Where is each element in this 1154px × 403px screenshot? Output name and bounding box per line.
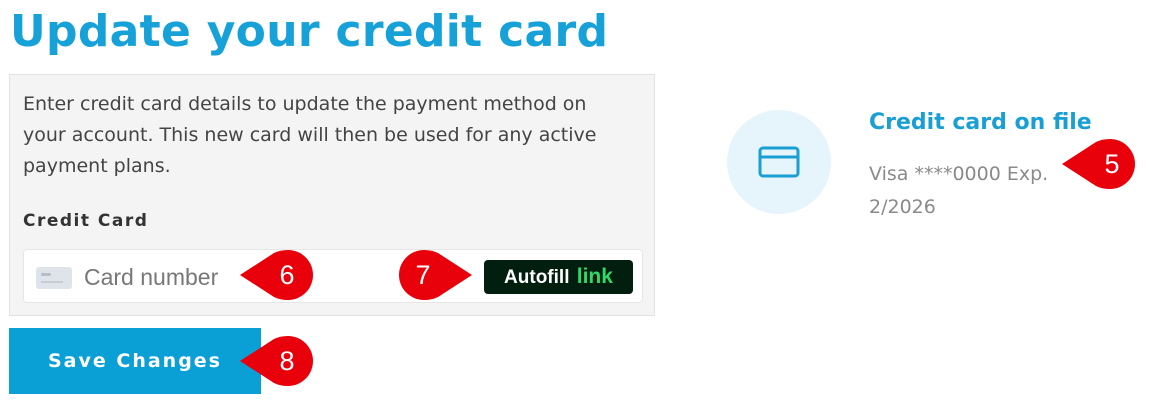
save-changes-button[interactable]: Save Changes bbox=[9, 328, 261, 394]
credit-card-label: Credit Card bbox=[23, 211, 149, 231]
card-on-file-title: Credit card on file bbox=[869, 110, 1092, 135]
callout-number: 6 bbox=[279, 260, 295, 290]
card-number-field[interactable]: Autofill link bbox=[23, 249, 643, 303]
callout-7: 7 bbox=[392, 249, 474, 301]
callout-number: 8 bbox=[279, 346, 295, 376]
intro-text: Enter credit card details to update the … bbox=[23, 93, 597, 177]
credit-card-form-panel: Enter credit card details to update the … bbox=[9, 74, 655, 316]
card-on-file-badge bbox=[727, 110, 831, 214]
card-on-file-detail: Visa ****0000 Exp. 2/2026 bbox=[869, 163, 1049, 218]
callout-number: 7 bbox=[415, 260, 431, 290]
callout-number: 5 bbox=[1104, 149, 1120, 179]
page-title: Update your credit card bbox=[10, 6, 609, 57]
callout-5: 5 bbox=[1060, 138, 1142, 190]
credit-card-icon bbox=[758, 146, 800, 178]
credit-card-icon bbox=[36, 267, 72, 289]
autofill-link-button[interactable]: Autofill link bbox=[484, 260, 633, 294]
link-logo: link bbox=[576, 265, 613, 288]
autofill-label: Autofill bbox=[504, 267, 570, 288]
callout-6: 6 bbox=[238, 249, 320, 301]
callout-8: 8 bbox=[238, 335, 320, 387]
